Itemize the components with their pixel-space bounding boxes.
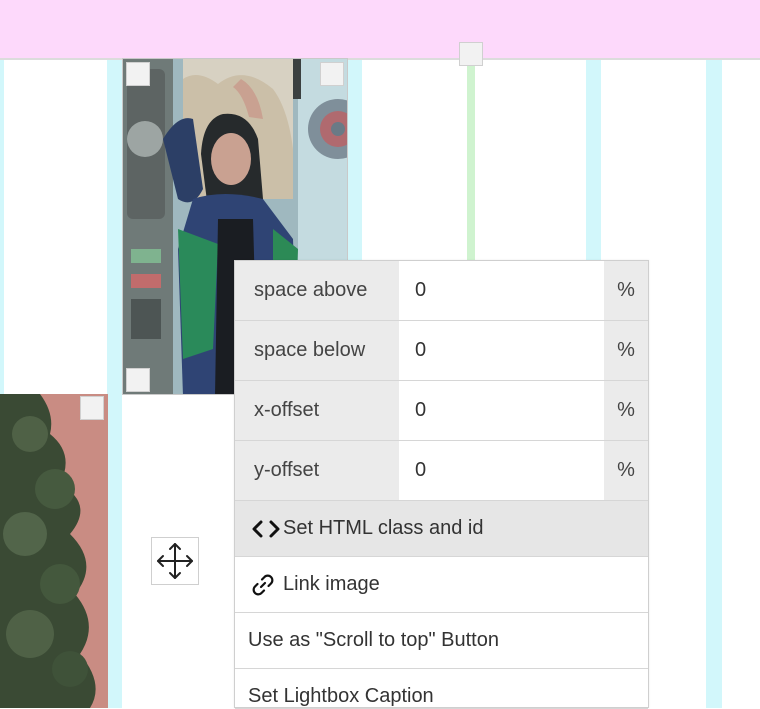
link-icon bbox=[251, 573, 283, 597]
space-below-unit: % bbox=[604, 321, 648, 380]
y-offset-row: y-offset 0 % bbox=[235, 441, 648, 501]
move-arrows-icon[interactable] bbox=[151, 537, 199, 585]
space-below-label: space below bbox=[235, 321, 399, 380]
top-row-band bbox=[0, 0, 760, 60]
row-height-guide bbox=[467, 62, 475, 262]
x-offset-label: x-offset bbox=[235, 381, 399, 440]
link-image-button[interactable]: Link image bbox=[235, 557, 648, 613]
resize-handle[interactable] bbox=[459, 42, 483, 66]
space-above-row: space above 0 % bbox=[235, 261, 648, 321]
x-offset-unit: % bbox=[604, 381, 648, 440]
space-above-unit: % bbox=[604, 261, 648, 320]
set-html-class-id-button[interactable]: Set HTML class and id bbox=[235, 501, 648, 557]
image-corner-handle[interactable] bbox=[126, 368, 150, 392]
column-guide bbox=[107, 60, 122, 708]
space-below-row: space below 0 % bbox=[235, 321, 648, 381]
column-guide bbox=[706, 60, 722, 708]
y-offset-label: y-offset bbox=[235, 441, 399, 500]
set-lightbox-caption-button[interactable]: Set Lightbox Caption bbox=[235, 669, 648, 709]
tree-photo[interactable] bbox=[0, 394, 108, 708]
space-above-label: space above bbox=[235, 261, 399, 320]
image-settings-panel: space above 0 % space below 0 % x-offset… bbox=[234, 260, 649, 709]
space-above-input[interactable]: 0 bbox=[399, 261, 604, 320]
image-corner-handle[interactable] bbox=[320, 62, 344, 86]
link-image-label: Link image bbox=[283, 573, 380, 595]
image-corner-handle[interactable] bbox=[126, 62, 150, 86]
y-offset-input[interactable]: 0 bbox=[399, 441, 604, 500]
set-lightbox-caption-label: Set Lightbox Caption bbox=[248, 685, 434, 707]
x-offset-input[interactable]: 0 bbox=[399, 381, 604, 440]
space-below-input[interactable]: 0 bbox=[399, 321, 604, 380]
set-html-class-id-label: Set HTML class and id bbox=[283, 517, 484, 539]
image-corner-handle[interactable] bbox=[80, 396, 104, 420]
scroll-to-top-button[interactable]: Use as "Scroll to top" Button bbox=[235, 613, 648, 669]
y-offset-unit: % bbox=[604, 441, 648, 500]
scroll-to-top-label: Use as "Scroll to top" Button bbox=[248, 629, 499, 651]
code-brackets-icon bbox=[251, 519, 283, 539]
x-offset-row: x-offset 0 % bbox=[235, 381, 648, 441]
